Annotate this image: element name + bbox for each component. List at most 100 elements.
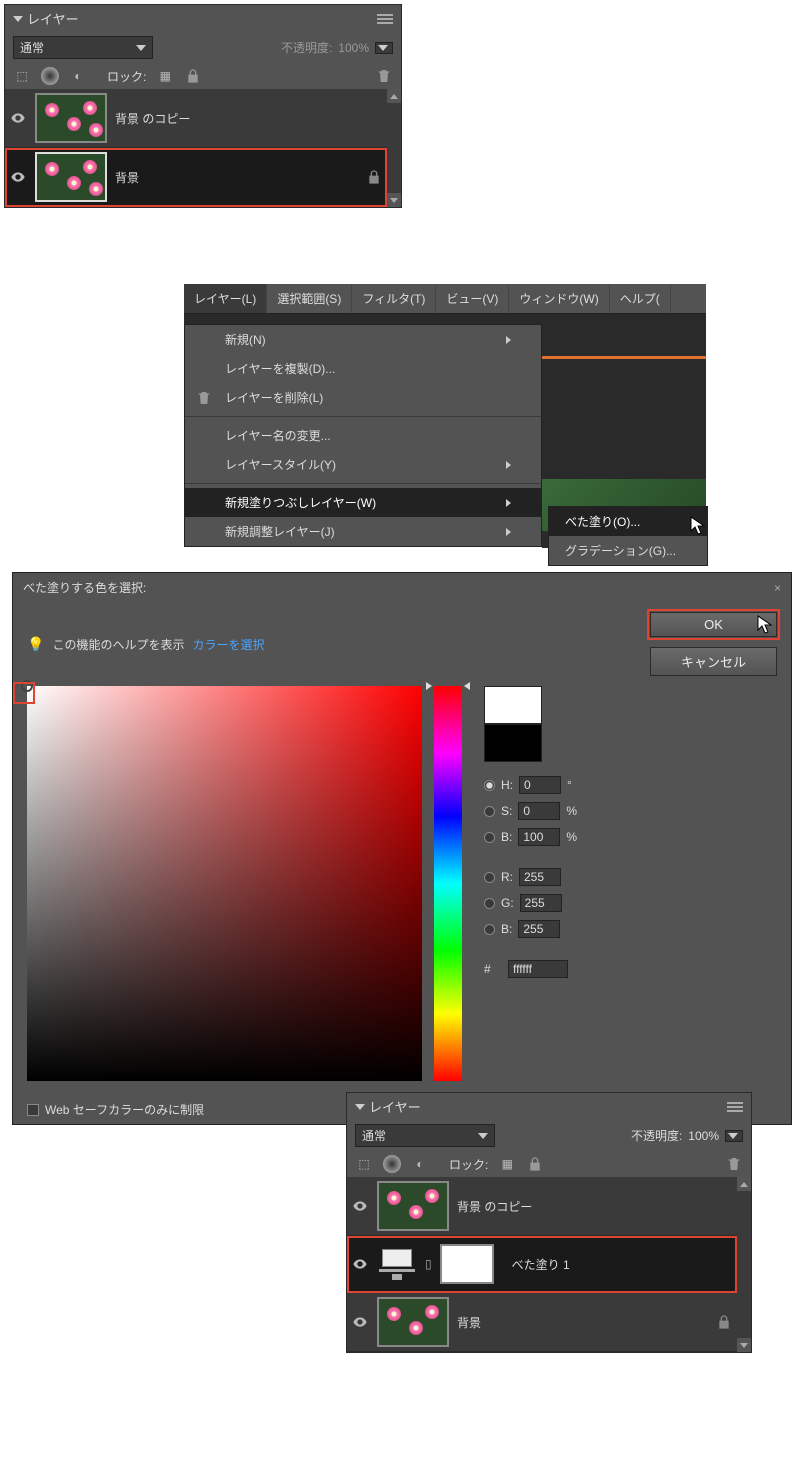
submenu-item-gradient[interactable]: グラデーション(G)...: [549, 536, 707, 565]
mask-icon[interactable]: ◐: [69, 67, 87, 85]
menubar-item-view[interactable]: ビュー(V): [436, 284, 509, 313]
r-input[interactable]: [519, 868, 561, 886]
layer-row[interactable]: 背景: [5, 148, 387, 207]
hue-slider-handle[interactable]: [428, 682, 468, 690]
chevron-down-icon: [478, 1133, 488, 1139]
radio-s[interactable]: [484, 806, 495, 817]
blend-mode-value: 通常: [20, 39, 44, 56]
menu-item-label: レイヤーを削除(L): [225, 389, 323, 406]
g-input[interactable]: [520, 894, 562, 912]
websafe-label: Web セーフカラーのみに制限: [45, 1101, 204, 1118]
menu-item-label: レイヤー名の変更...: [225, 427, 331, 444]
menubar-item-help[interactable]: ヘルプ(: [610, 284, 671, 313]
radio-r[interactable]: [484, 872, 495, 883]
blend-mode-dropdown[interactable]: 通常: [13, 36, 153, 59]
menu-item-adjust-layer[interactable]: 新規調整レイヤー(J): [185, 517, 541, 546]
link-icon[interactable]: ⬚: [355, 1155, 373, 1173]
layer-thumbnail[interactable]: [35, 152, 107, 202]
panel-menu-icon[interactable]: [377, 12, 393, 26]
cancel-button[interactable]: キャンセル: [650, 647, 777, 676]
collapse-icon[interactable]: [13, 16, 23, 22]
scroll-down-icon[interactable]: [387, 193, 401, 207]
visibility-icon[interactable]: [351, 1255, 369, 1273]
menu-item-duplicate[interactable]: レイヤーを複製(D)...: [185, 354, 541, 383]
layer-row-fill[interactable]: ▯ べた塗り 1: [347, 1236, 737, 1293]
menubar-item-select[interactable]: 選択範囲(S): [267, 284, 352, 313]
scroll-up-icon[interactable]: [387, 89, 401, 103]
menubar-item-filter[interactable]: フィルタ(T): [352, 284, 436, 313]
menu-item-fill-layer[interactable]: 新規塗りつぶしレイヤー(W): [185, 488, 541, 517]
trash-icon[interactable]: [375, 67, 393, 85]
lock-all-icon[interactable]: [526, 1155, 544, 1173]
br-input[interactable]: [518, 828, 560, 846]
layer-name: 背景 のコピー: [457, 1198, 532, 1215]
blend-mode-dropdown[interactable]: 通常: [355, 1124, 495, 1147]
lock-row: ⬚ ◐ ロック: ▦: [5, 63, 401, 89]
fill-submenu: べた塗り(O)... グラデーション(G)...: [548, 506, 708, 566]
lock-pixels-icon[interactable]: ▦: [156, 67, 174, 85]
panel-menu-icon[interactable]: [727, 1100, 743, 1114]
lock-label: ロック:: [449, 1156, 488, 1173]
visibility-icon[interactable]: [351, 1197, 369, 1215]
radio-g[interactable]: [484, 898, 495, 909]
radio-b[interactable]: [484, 832, 495, 843]
visibility-icon[interactable]: [351, 1313, 369, 1331]
menu-item-rename[interactable]: レイヤー名の変更...: [185, 421, 541, 450]
trash-icon[interactable]: [725, 1155, 743, 1173]
scroll-up-icon[interactable]: [737, 1177, 751, 1191]
layer-name: 背景 のコピー: [115, 110, 190, 127]
mask-icon[interactable]: ◐: [411, 1155, 429, 1173]
scroll-down-icon[interactable]: [737, 1338, 751, 1352]
lock-pixels-icon[interactable]: ▦: [498, 1155, 516, 1173]
layer-row[interactable]: 背景 のコピー: [5, 89, 387, 148]
collapse-icon[interactable]: [355, 1104, 365, 1110]
opacity-dropdown[interactable]: [375, 42, 393, 54]
mask-thumbnail[interactable]: [440, 1244, 494, 1284]
hue-slider[interactable]: [434, 686, 462, 1081]
opacity-value: 100%: [688, 1129, 719, 1143]
menubar-item-layer[interactable]: レイヤー(L): [184, 284, 267, 313]
opacity-dropdown[interactable]: [725, 1130, 743, 1142]
saturation-value-picker[interactable]: [27, 686, 422, 1081]
radio-h[interactable]: [484, 780, 495, 791]
layer-list: 背景 のコピー ▯ べた塗り 1: [347, 1177, 737, 1352]
visibility-icon[interactable]: [9, 168, 27, 186]
fx-icon[interactable]: [41, 67, 59, 85]
menubar-item-window[interactable]: ウィンドウ(W): [509, 284, 609, 313]
link-icon[interactable]: ⬚: [13, 67, 31, 85]
field-unit: °: [567, 778, 572, 792]
layer-thumbnail[interactable]: [377, 1181, 449, 1231]
close-icon[interactable]: ×: [774, 581, 781, 595]
fx-icon[interactable]: [383, 1155, 401, 1173]
layer-thumbnail[interactable]: [35, 93, 107, 143]
submenu-item-solid[interactable]: べた塗り(O)...: [549, 507, 707, 536]
layer-row[interactable]: 背景: [347, 1293, 737, 1352]
menu-item-new[interactable]: 新規(N): [185, 325, 541, 354]
websafe-checkbox[interactable]: [27, 1104, 39, 1116]
color-picker-dialog: べた塗りする色を選択: × 💡 この機能のヘルプを表示 カラーを選択 OK キャ…: [12, 572, 792, 1125]
scrollbar[interactable]: [387, 89, 401, 207]
lock-all-icon[interactable]: [184, 67, 202, 85]
field-label: B:: [501, 922, 512, 936]
h-input[interactable]: [519, 776, 561, 794]
b-input[interactable]: [518, 920, 560, 938]
opacity-label: 不透明度:: [631, 1127, 682, 1144]
menubar: レイヤー(L) 選択範囲(S) フィルタ(T) ビュー(V) ウィンドウ(W) …: [184, 284, 706, 314]
dialog-header: べた塗りする色を選択: ×: [13, 573, 791, 602]
layer-name: べた塗り 1: [512, 1256, 570, 1273]
visibility-icon[interactable]: [9, 109, 27, 127]
layer-name: 背景: [457, 1314, 481, 1331]
menu-item-style[interactable]: レイヤースタイル(Y): [185, 450, 541, 479]
hex-input[interactable]: [508, 960, 568, 978]
scrollbar[interactable]: [737, 1177, 751, 1352]
radio-bl[interactable]: [484, 924, 495, 935]
swatch-old[interactable]: [484, 724, 542, 762]
menu-item-label: 新規調整レイヤー(J): [225, 523, 335, 540]
s-input[interactable]: [518, 802, 560, 820]
layer-thumbnail[interactable]: [377, 1297, 449, 1347]
picker-corner-highlight: [13, 682, 35, 704]
help-link[interactable]: カラーを選択: [192, 636, 264, 653]
menu-item-delete[interactable]: レイヤーを削除(L): [185, 383, 541, 412]
fill-layer-icon: [377, 1244, 417, 1284]
layer-row[interactable]: 背景 のコピー: [347, 1177, 737, 1236]
